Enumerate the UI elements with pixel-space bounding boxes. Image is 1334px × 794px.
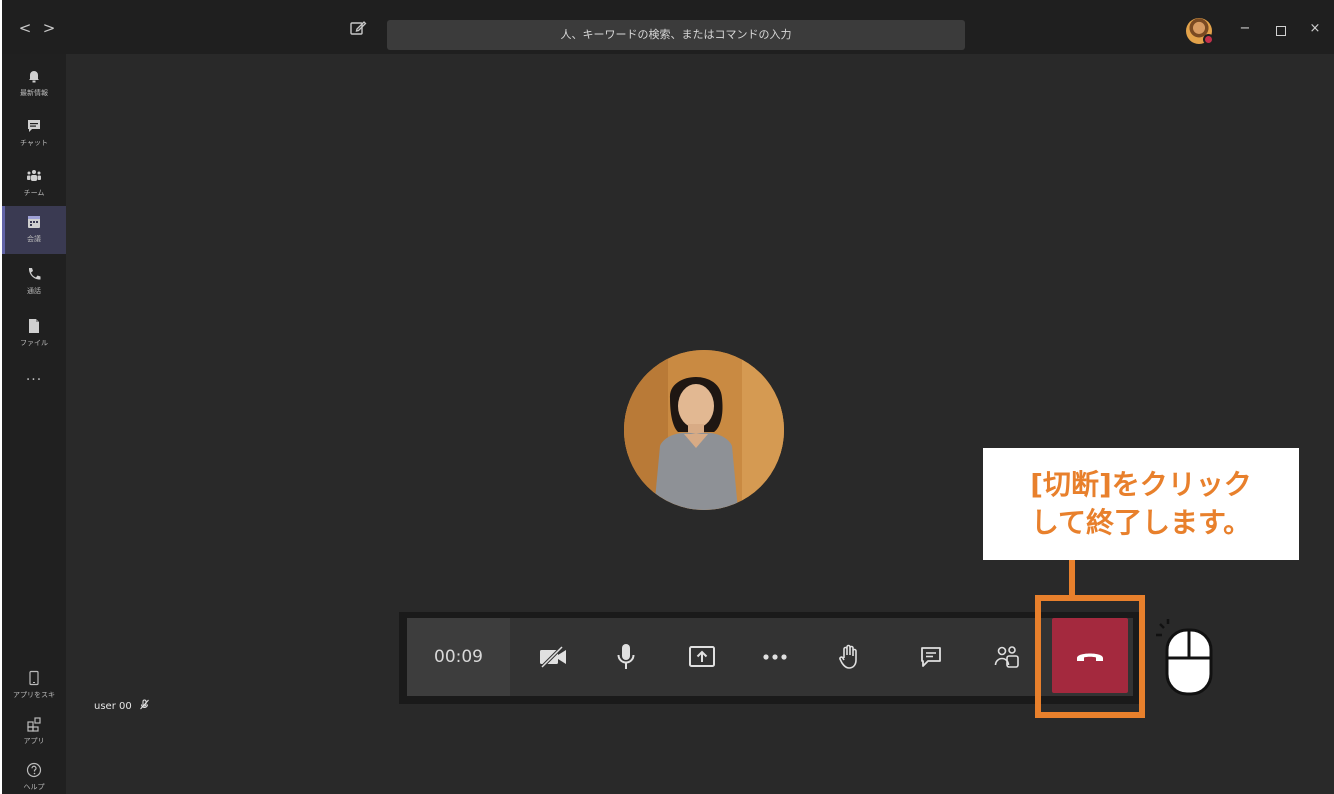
call-timer: 00:09 [407, 618, 510, 696]
instruction-callout: [切断]をクリック して終了します。 [983, 448, 1299, 560]
raise-hand-button[interactable] [820, 618, 880, 696]
rail-item-apps[interactable]: アプリ [2, 708, 66, 756]
apps-icon [26, 716, 42, 732]
rail-item-calls[interactable]: 通話 [2, 258, 66, 306]
rail-item-app-store[interactable]: アプリをスキ [2, 662, 66, 710]
raise-hand-icon [839, 644, 857, 669]
rail-item-teams[interactable]: チーム [2, 160, 66, 208]
minimize-button[interactable]: − [1238, 22, 1252, 36]
more-options-icon [763, 654, 787, 660]
call-controls: 00:09 [407, 618, 1133, 696]
rail-label: ヘルプ [23, 783, 45, 791]
close-button[interactable]: × [1308, 22, 1322, 36]
rail-label: アプリ [23, 737, 45, 745]
rail-label: チーム [23, 189, 45, 197]
search-input[interactable]: 人、キーワードの検索、またはコマンドの入力 [387, 20, 965, 50]
rail-label: チャット [20, 139, 48, 147]
forward-button[interactable]: > [42, 20, 56, 36]
chat-icon [26, 118, 42, 134]
app-rail: 最新情報 チャット チーム 会議 通話 ファイル ··· アプリをスキ アプリ … [2, 54, 66, 794]
teams-window: < > 人、キーワードの検索、またはコマンドの入力 − × 最新情報 チャット … [2, 0, 1334, 794]
camera-toggle-button[interactable] [523, 618, 583, 696]
more-options-button[interactable] [745, 618, 805, 696]
microphone-icon [617, 644, 635, 669]
hang-up-highlight [1035, 595, 1145, 718]
phone-icon [26, 266, 42, 282]
instruction-line-2: して終了します。 [1030, 506, 1252, 539]
teams-icon [26, 168, 42, 184]
share-screen-icon [689, 646, 715, 667]
share-screen-button[interactable] [672, 618, 732, 696]
maximize-button[interactable] [1276, 26, 1286, 36]
rail-item-help[interactable]: ヘルプ [2, 754, 66, 794]
rail-label: 通話 [27, 287, 41, 295]
rail-item-meetings[interactable]: 会議 [2, 206, 66, 254]
self-participant-label: user 00 [94, 699, 150, 713]
file-icon [26, 318, 42, 334]
participants-button[interactable] [977, 618, 1037, 696]
chat-icon [921, 647, 941, 667]
rail-item-files[interactable]: ファイル [2, 310, 66, 358]
back-button[interactable]: < [18, 20, 32, 36]
participant-avatar [624, 350, 784, 510]
more-apps-icon[interactable]: ··· [2, 372, 66, 388]
mic-off-icon [139, 699, 150, 713]
user-avatar[interactable] [1186, 18, 1214, 45]
title-bar: < > 人、キーワードの検索、またはコマンドの入力 − × [2, 0, 1334, 54]
microphone-button[interactable] [596, 618, 656, 696]
compose-icon[interactable] [349, 19, 367, 37]
callout-connector [1069, 560, 1075, 598]
rail-label: 最新情報 [20, 89, 48, 97]
rail-label: アプリをスキ [13, 691, 55, 699]
rail-label: 会議 [27, 235, 41, 243]
instruction-text: [切断]をクリック して終了します。 [983, 466, 1299, 542]
instruction-line-1: [切断]をクリック [1030, 468, 1252, 501]
rail-item-activity[interactable]: 最新情報 [2, 60, 66, 108]
participants-icon [994, 646, 1019, 668]
self-name: user 00 [94, 701, 132, 712]
bell-icon [26, 68, 42, 84]
calendar-icon [26, 214, 42, 230]
mouse-click-icon [1154, 618, 1220, 698]
rail-label: ファイル [20, 339, 48, 347]
help-icon [26, 762, 42, 778]
camera-off-icon [540, 645, 566, 669]
device-icon [26, 670, 42, 686]
presence-badge [1203, 34, 1214, 45]
rail-item-chat[interactable]: チャット [2, 110, 66, 158]
chat-button[interactable] [901, 618, 961, 696]
